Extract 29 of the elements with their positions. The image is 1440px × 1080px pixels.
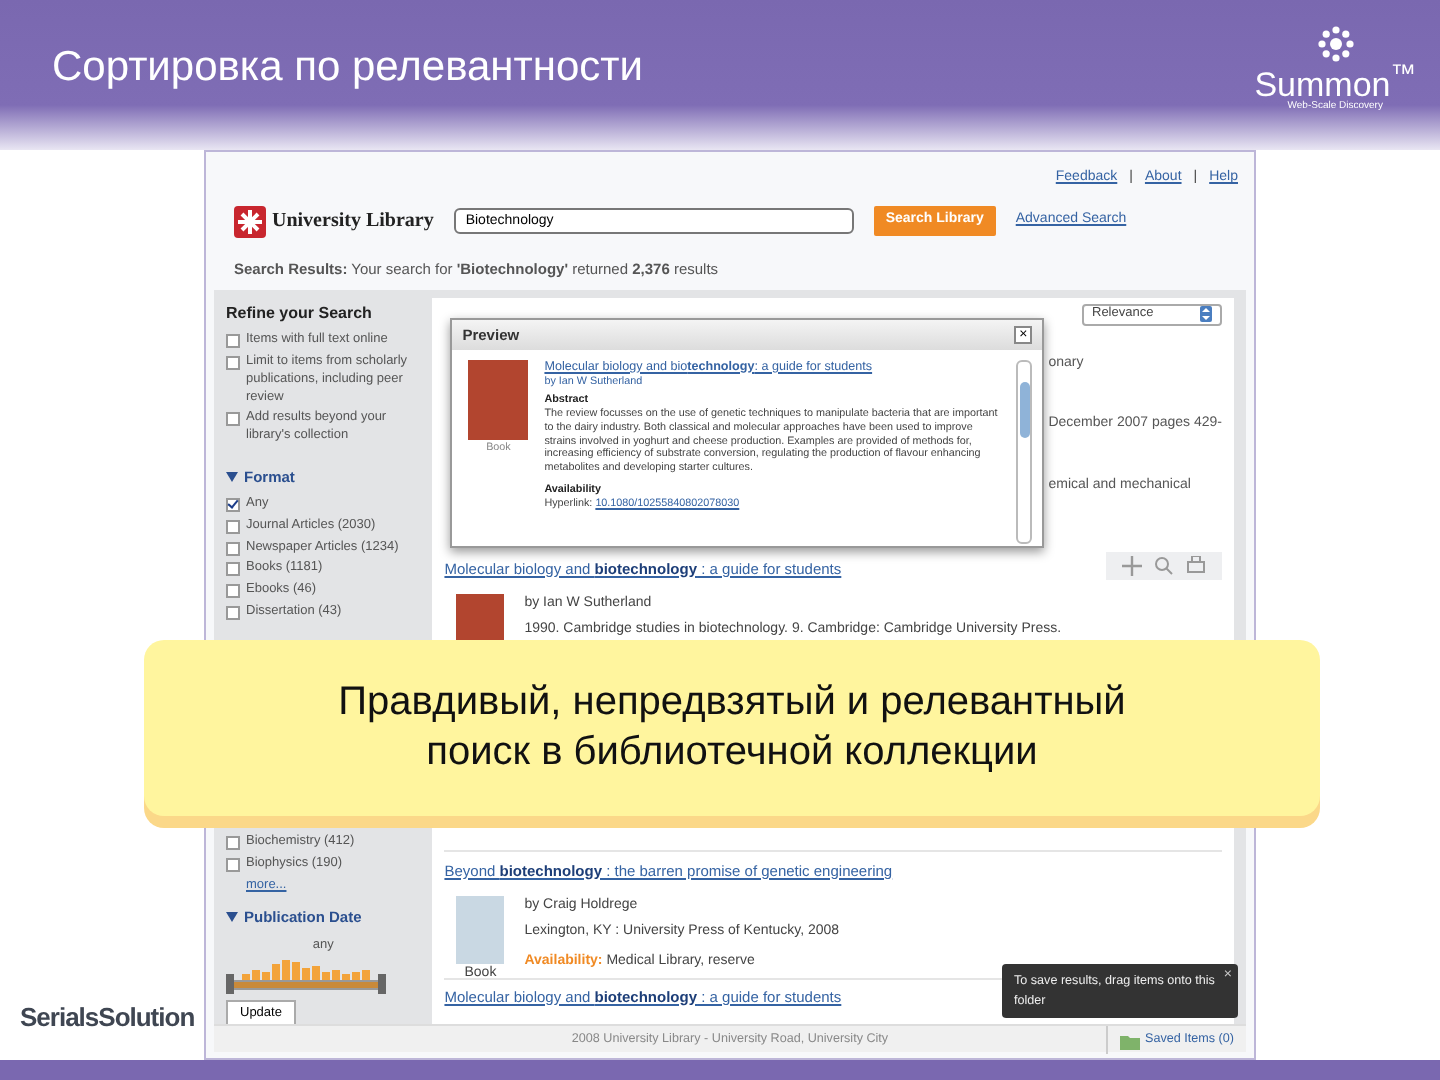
checkbox[interactable] — [226, 857, 240, 872]
checkbox[interactable] — [226, 541, 240, 556]
checkbox[interactable] — [226, 356, 240, 371]
checkbox[interactable] — [226, 606, 240, 621]
slider-handle[interactable] — [226, 974, 234, 995]
book-cover-image — [456, 896, 505, 965]
checkbox[interactable] — [226, 562, 240, 577]
checkbox[interactable] — [226, 835, 240, 850]
spinner-arrows-icon — [1200, 306, 1212, 323]
dots-logo-icon — [1315, 23, 1356, 63]
checkbox[interactable] — [226, 334, 240, 349]
sidebar-heading: Refine your Search — [226, 303, 374, 323]
move-icon — [1122, 555, 1142, 576]
checkbox[interactable] — [226, 584, 240, 599]
slide-title: Сортировка по релевантности — [52, 41, 644, 94]
slider-handle[interactable] — [378, 974, 386, 995]
book-cover-image — [468, 359, 529, 440]
company-logo: SerialsSolution — [20, 999, 195, 1035]
checkbox[interactable] — [226, 412, 240, 427]
checkbox[interactable] — [226, 498, 240, 513]
scrollbar[interactable] — [1016, 359, 1033, 544]
callout-text: Правдивый, непредвзятый и релевантный поиск в библиотечной коллекции — [144, 640, 1320, 816]
checkbox[interactable] — [226, 519, 240, 534]
search-icon — [1154, 555, 1174, 576]
star-logo-icon — [234, 205, 266, 237]
brand-name: Summon$^{™}$ — [1254, 67, 1416, 101]
print-icon — [1186, 555, 1206, 576]
library-name: University Library — [272, 208, 434, 236]
folder-icon — [1119, 1031, 1140, 1049]
